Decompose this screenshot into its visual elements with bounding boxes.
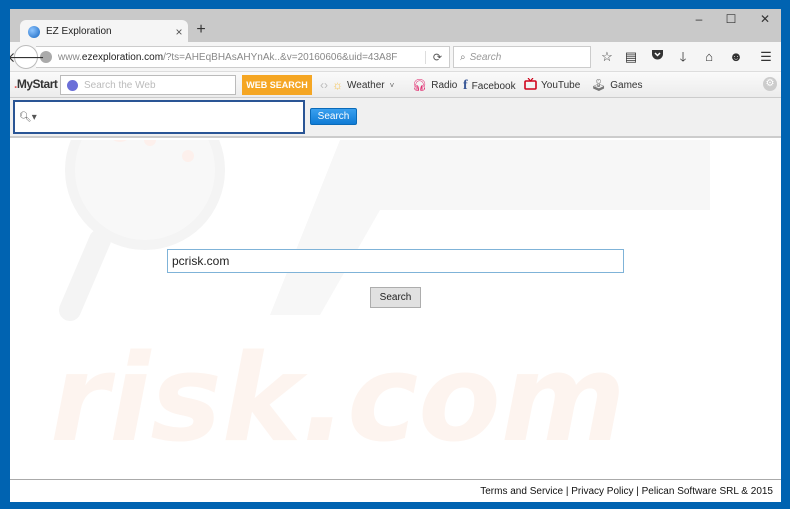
maximize-button[interactable]: ☐ <box>716 12 746 26</box>
copyright-text: Pelican Software SRL & 2015 <box>641 485 773 497</box>
tab-title: EZ Exploration <box>46 26 112 37</box>
search-icon: ⌕ <box>460 51 466 63</box>
browser-search-input[interactable]: ⌕ Search <box>453 46 591 68</box>
bookmark-star-icon[interactable]: ☆ <box>598 49 616 65</box>
chevron-down-icon[interactable]: ˅ <box>390 81 395 90</box>
toolbar-games[interactable]: 🕹︎ Games <box>591 78 642 92</box>
url-text[interactable]: www.ezexploration.com/?ts=AHEqBHAsAHYnAk… <box>58 52 425 63</box>
secondary-search-bar: 🔍︎▾ Search <box>10 98 781 138</box>
svg-text:risk.com: risk.com <box>50 330 626 469</box>
footer-separator: | <box>563 485 572 497</box>
main-search-input[interactable]: pcrisk.com <box>167 249 624 273</box>
headphones-icon: 🎧︎ <box>412 78 428 92</box>
secondary-search-input[interactable]: 🔍︎▾ <box>13 100 305 134</box>
search-icon <box>67 79 78 91</box>
pcrisk-watermark: risk.com <box>50 140 710 469</box>
tab-ez-exploration[interactable]: EZ Exploration × <box>20 20 188 43</box>
sun-icon: ☼ <box>332 78 343 92</box>
mystart-toolbar: .MyStart Search the Web WEB SEARCH ‹› ☼ … <box>10 72 781 98</box>
back-arrow-icon: 🡐 <box>10 48 45 65</box>
footer-separator: | <box>633 485 642 497</box>
main-search-button[interactable]: Search <box>370 287 421 308</box>
back-button[interactable]: 🡐 <box>10 45 45 69</box>
secondary-search-button[interactable]: Search <box>310 108 357 125</box>
toolbar-youtube[interactable]: YouTube <box>524 77 580 93</box>
title-bar: EZ Exploration × + – ☐ ✕ <box>10 9 781 43</box>
menu-icon[interactable]: ☰ <box>757 49 775 65</box>
tab-close-icon[interactable]: × <box>170 25 188 39</box>
pocket-icon[interactable] <box>648 49 666 65</box>
close-window-button[interactable]: ✕ <box>750 12 780 26</box>
mystart-logo[interactable]: .MyStart <box>14 77 58 91</box>
browser-window: EZ Exploration × + – ☐ ✕ www.ezexplorati… <box>10 9 781 502</box>
joystick-icon: 🕹︎ <box>591 78 607 92</box>
download-icon[interactable]: 🡓 <box>674 49 692 65</box>
hello-icon[interactable]: ☻ <box>727 49 745 65</box>
toolbar-radio[interactable]: 🎧︎ Radio <box>412 78 457 92</box>
toolbar-weather[interactable]: ‹› ☼ Weather ˅ <box>320 78 394 92</box>
search-engine-dropdown-icon[interactable]: 🔍︎▾ <box>19 112 37 123</box>
footer: Terms and Service | Privacy Policy | Pel… <box>10 479 781 502</box>
settings-gear-icon[interactable]: ⚙ <box>763 77 777 91</box>
web-search-button[interactable]: WEB SEARCH <box>242 75 312 95</box>
page-content: risk.com pcrisk.com Search <box>10 140 781 480</box>
privacy-link[interactable]: Privacy Policy <box>571 486 633 497</box>
navigation-bar: www.ezexploration.com/?ts=AHEqBHAsAHYnAk… <box>10 42 781 72</box>
mystart-search-input[interactable]: Search the Web <box>60 75 236 95</box>
reading-list-icon[interactable]: ▤ <box>622 49 640 65</box>
code-arrows-icon: ‹› <box>320 78 328 92</box>
globe-favicon-icon <box>28 25 40 38</box>
tv-icon <box>524 77 537 93</box>
toolbar-facebook[interactable]: f Facebook <box>463 78 516 94</box>
reload-icon[interactable]: ⟳ <box>425 50 449 64</box>
facebook-icon: f <box>463 78 468 93</box>
minimize-button[interactable]: – <box>684 12 714 26</box>
terms-link[interactable]: Terms and Service <box>480 486 563 497</box>
new-tab-button[interactable]: + <box>192 21 210 39</box>
url-bar[interactable]: www.ezexploration.com/?ts=AHEqBHAsAHYnAk… <box>36 46 450 68</box>
home-icon[interactable]: ⌂ <box>700 49 718 65</box>
